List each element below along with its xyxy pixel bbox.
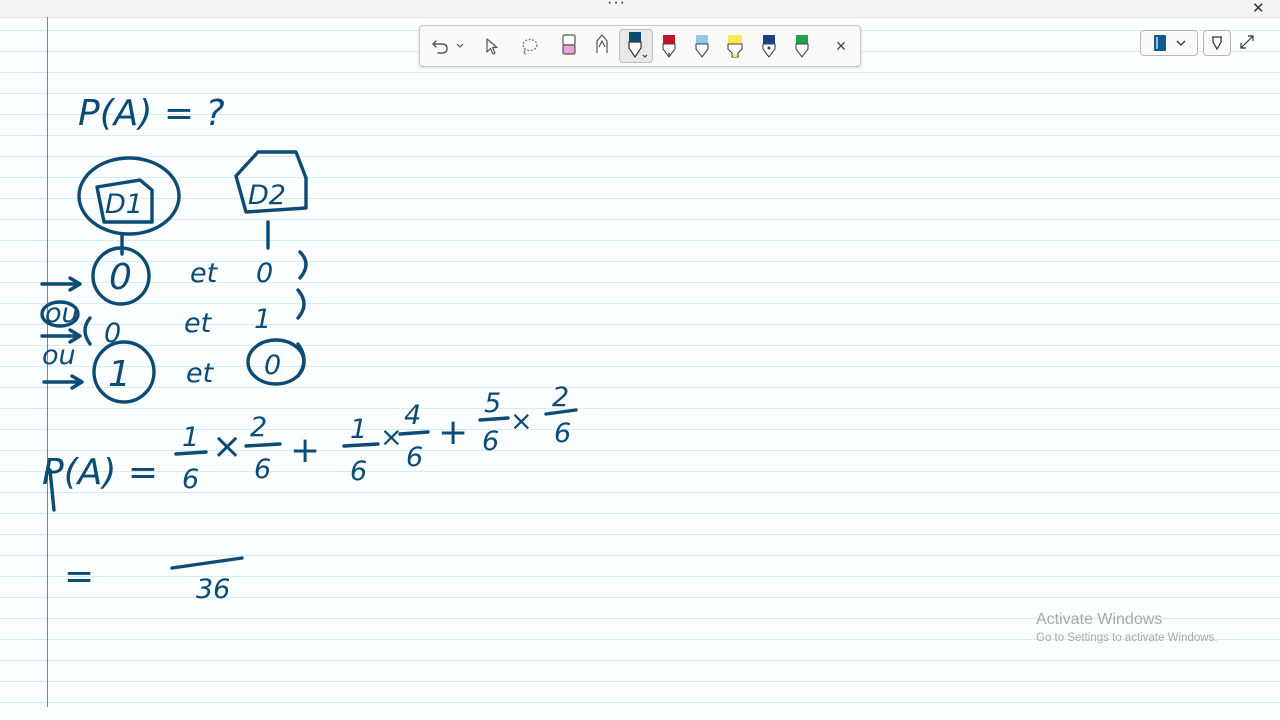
- eraser-tool-button[interactable]: [556, 26, 582, 66]
- undo-dropdown[interactable]: [453, 26, 467, 66]
- ink-f1-bar: [174, 450, 208, 456]
- ink-f1-den: 6: [182, 464, 199, 495]
- blue-pen-icon: [628, 32, 648, 59]
- green-pen-icon: [795, 35, 809, 58]
- ink-die1-label: D1: [105, 189, 143, 220]
- ink-paren-row1: [298, 250, 308, 280]
- activate-windows-watermark: Activate Windows Go to Settings to activ…: [1036, 611, 1218, 644]
- red-pen-button[interactable]: [656, 26, 682, 66]
- chevron-down-icon: [456, 43, 464, 48]
- ink-row2-mid: et: [184, 308, 213, 339]
- watermark-title: Activate Windows: [1036, 611, 1163, 628]
- ink-f6-bar: [544, 408, 578, 416]
- ink-f6-num: 2: [552, 382, 569, 413]
- ink-f3-bar: [342, 442, 380, 448]
- ink-row1-mid: et: [190, 258, 219, 289]
- ink-row1-left: 0: [109, 257, 132, 298]
- ink-title: P(A) = ?: [78, 93, 225, 134]
- navy-pen-icon: [762, 35, 776, 58]
- ink-paren-row2-open: [83, 316, 92, 346]
- pen-icon: [596, 34, 608, 53]
- lasso-icon: [522, 38, 538, 55]
- expand-icon: [1240, 35, 1254, 49]
- ink-f2-den: 6: [254, 454, 271, 485]
- undo-icon: [432, 40, 448, 54]
- ink-times-3: ×: [510, 406, 533, 437]
- lasso-tool-button[interactable]: [518, 26, 542, 66]
- ink-f1-num: 1: [182, 422, 199, 453]
- ink-plus-2: +: [438, 412, 468, 453]
- ink-f6-den: 6: [554, 418, 571, 449]
- ink-f5-num: 5: [484, 388, 501, 419]
- ink-f3-den: 6: [350, 456, 367, 487]
- green-pen-button[interactable]: [789, 26, 815, 66]
- ink-row3-mid: et: [186, 358, 215, 389]
- ink-result-bar: [170, 556, 244, 570]
- ink-ou1: ou: [45, 298, 79, 329]
- calligraphy-pen-button[interactable]: [589, 26, 615, 66]
- notebook-icon: [1154, 35, 1166, 51]
- red-pen-icon: [662, 35, 676, 58]
- light-blue-pen-button[interactable]: [689, 26, 715, 66]
- chevron-down-icon: [1176, 40, 1186, 46]
- ink-die2-label: D2: [248, 180, 286, 211]
- ink-row3-left: 1: [108, 354, 131, 395]
- undo-button[interactable]: [428, 26, 452, 66]
- ink-f2-bar: [244, 442, 282, 448]
- light-blue-pen-icon: [695, 35, 709, 58]
- pen-menu-button[interactable]: [1203, 30, 1231, 56]
- ink-f4-num: 4: [404, 400, 421, 431]
- notebook-dropdown-button[interactable]: [1140, 30, 1198, 56]
- ink-result-den: 36: [196, 574, 230, 605]
- highlighter-icon: [727, 35, 743, 58]
- expand-button[interactable]: [1238, 30, 1256, 54]
- ink-f5-bar: [478, 416, 510, 422]
- navy-pen-button[interactable]: [756, 26, 782, 66]
- ink-toolbar: ×: [419, 25, 861, 67]
- close-toolbar-button[interactable]: ×: [828, 26, 854, 66]
- ink-arrow-row3: [42, 374, 84, 390]
- blue-pen-button[interactable]: [619, 29, 653, 63]
- ink-ou2: ou: [42, 340, 76, 371]
- ink-f4-bar: [398, 430, 430, 436]
- ink-f3-num: 1: [350, 414, 367, 445]
- pen-icon: [1212, 36, 1222, 51]
- ink-plus-1: +: [290, 430, 320, 471]
- ink-row3-right: 0: [264, 350, 281, 381]
- eraser-icon: [562, 34, 576, 55]
- yellow-highlighter-button[interactable]: [722, 26, 748, 66]
- select-tool-button[interactable]: [480, 26, 504, 66]
- ink-f5-den: 6: [482, 426, 499, 457]
- ink-paren-row2: [296, 288, 306, 320]
- ink-times-1: ×: [212, 426, 242, 467]
- ink-formula-lhs: P(A) =: [42, 452, 158, 493]
- ink-row2-right: 1: [254, 304, 271, 335]
- ink-row1-right: 0: [256, 258, 273, 289]
- cursor-icon: [486, 38, 498, 55]
- watermark-subtitle: Go to Settings to activate Windows.: [1036, 632, 1218, 644]
- ink-arrow-row1: [40, 276, 82, 292]
- ink-f2-num: 2: [250, 412, 267, 443]
- ink-f4-den: 6: [406, 442, 423, 473]
- ink-equals: =: [64, 556, 94, 597]
- ink-times-2: ×: [380, 422, 403, 453]
